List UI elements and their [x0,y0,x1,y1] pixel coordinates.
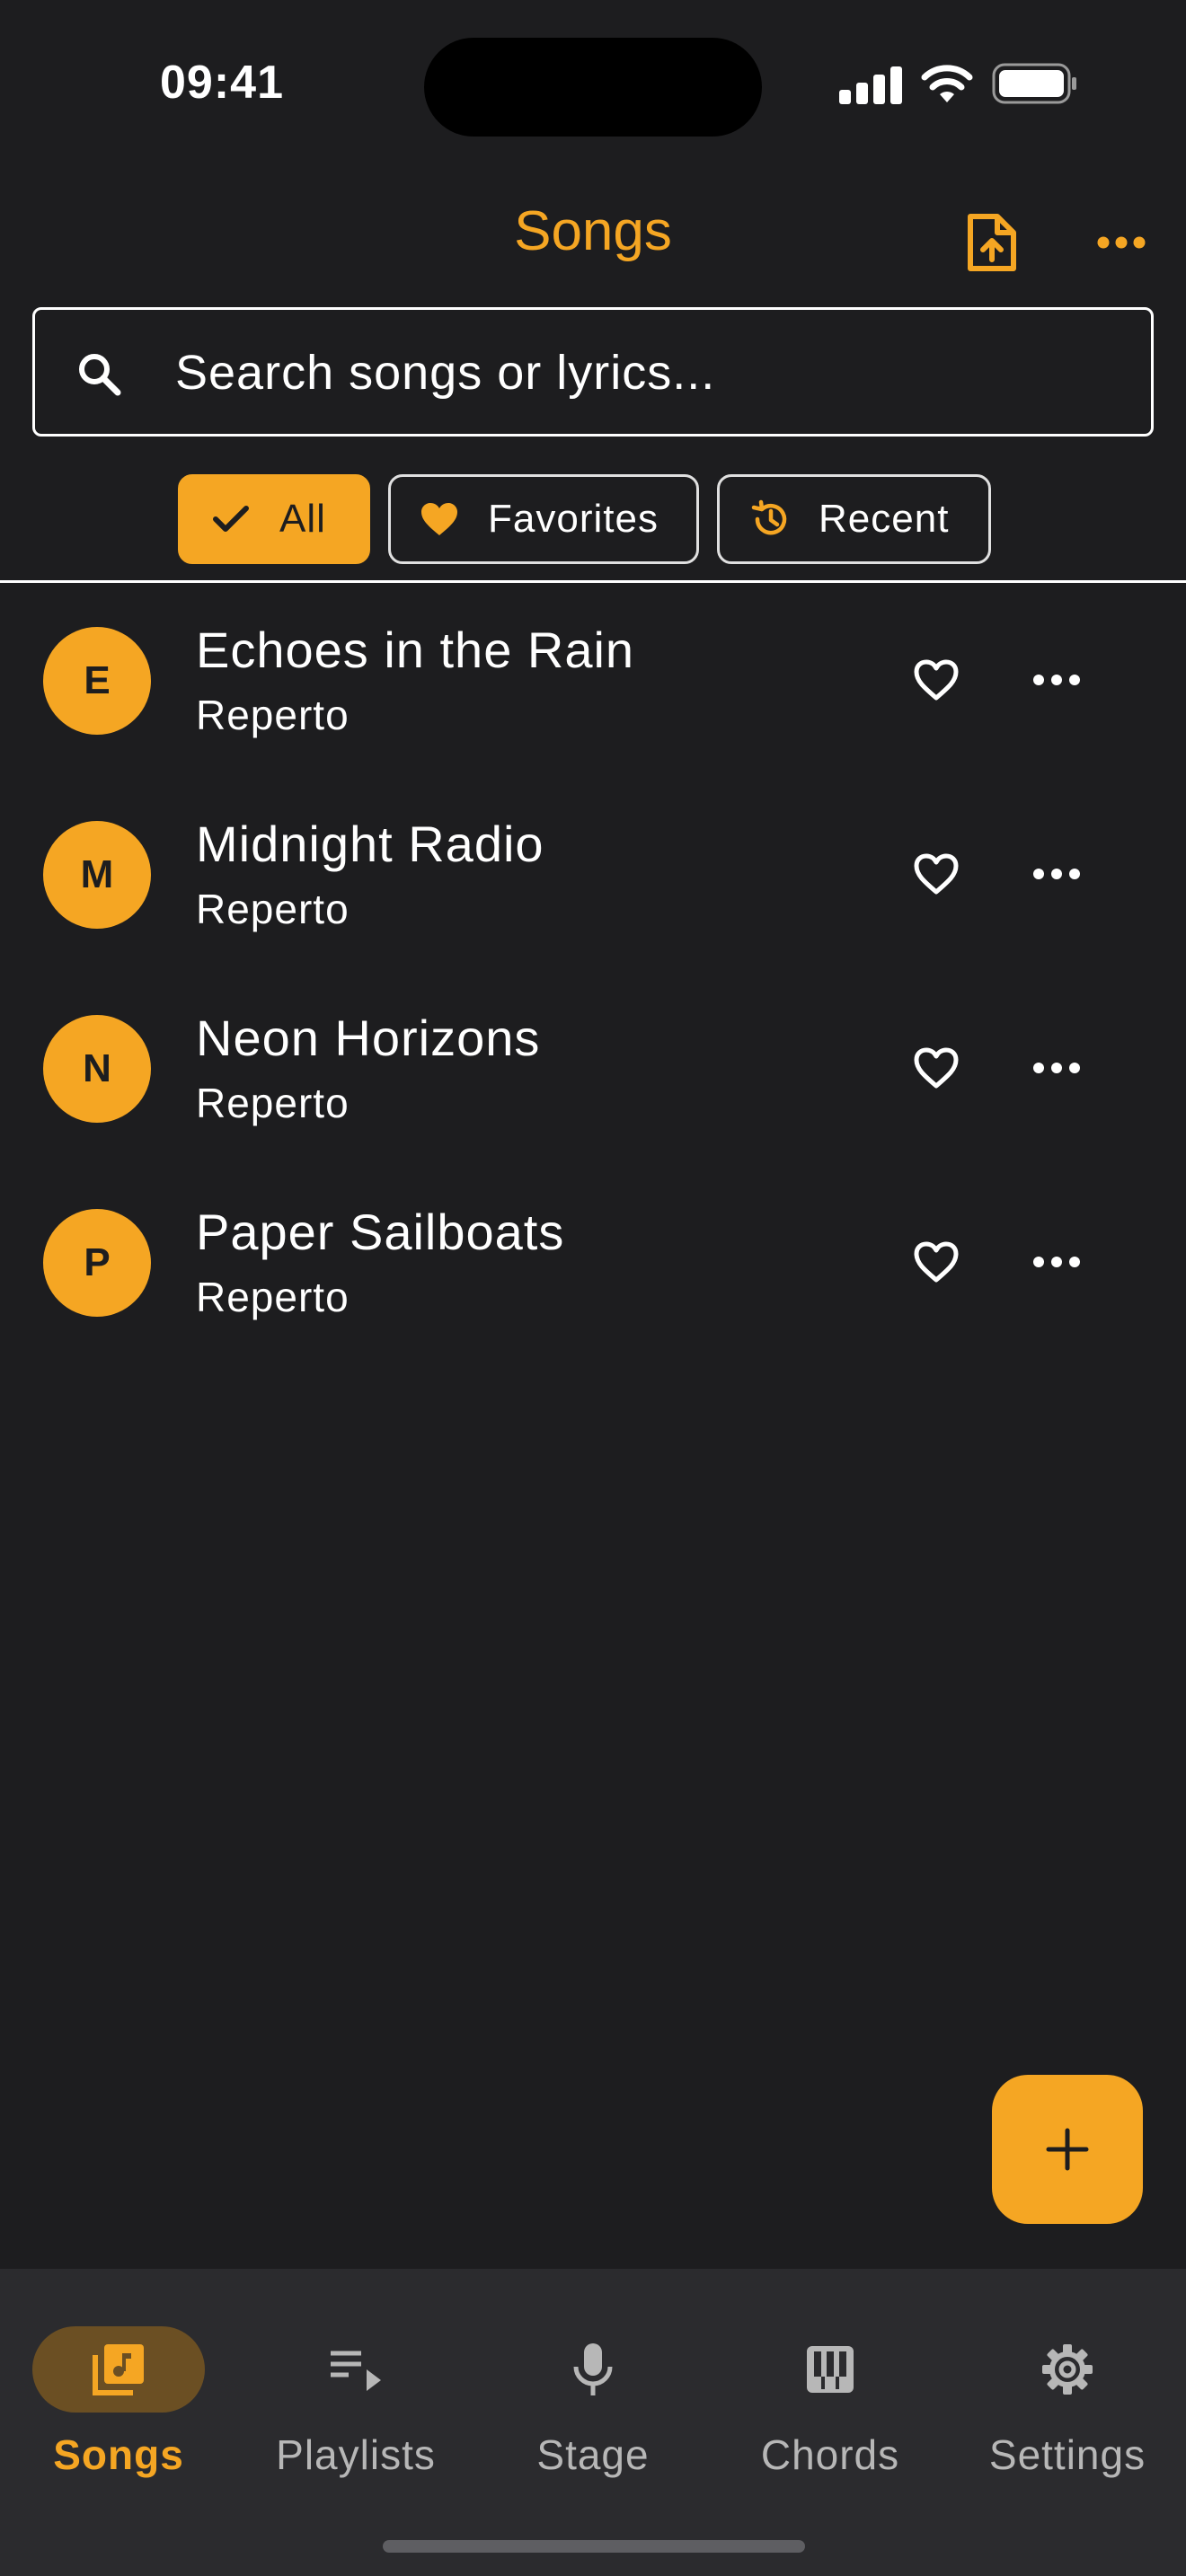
song-row[interactable]: M Midnight Radio Reperto [0,777,1186,971]
battery-icon [992,63,1076,104]
nav-active-indicator [32,2326,205,2413]
filter-chip-label: Recent [819,497,950,541]
song-row[interactable]: P Paper Sailboats Reperto [0,1165,1186,1359]
filter-chip-recent[interactable]: Recent [717,474,991,564]
nav-label: Settings [988,2431,1146,2478]
filter-chip-all[interactable]: All [178,474,370,564]
app-header: Songs [0,198,1186,287]
song-avatar: E [43,627,151,735]
add-song-button[interactable] [992,2075,1143,2224]
more-horizontal-icon [1033,869,1080,879]
songs-screen: 09:41 Songs Search songs or lyrics... Al… [0,0,1186,2576]
filter-chip-favorites[interactable]: Favorites [388,474,699,564]
search-box [32,307,1154,437]
cellular-signal-icon [839,65,902,104]
heart-outline-icon [914,1241,959,1283]
favorite-toggle-button[interactable] [900,838,972,910]
search-input[interactable] [175,337,1128,409]
song-artist: Reperto [196,1080,350,1126]
song-artist: Reperto [196,1274,350,1320]
more-horizontal-icon [1033,1063,1080,1073]
more-horizontal-icon [1033,1257,1080,1267]
song-artist: Reperto [196,886,350,932]
nav-label: Stage [536,2431,650,2478]
home-indicator [383,2540,805,2553]
nav-item-settings[interactable]: Settings [949,2298,1186,2495]
status-time: 09:41 [160,57,284,109]
song-title: Midnight Radio [196,816,544,872]
more-horizontal-icon [1097,236,1146,249]
status-bar: 09:41 [0,0,1186,153]
filter-chip-label: All [279,497,326,541]
song-avatar: N [43,1015,151,1123]
nav-icon-wrap [744,2326,916,2413]
file-upload-icon [968,214,1016,271]
song-more-button[interactable] [1021,1226,1093,1298]
nav-item-playlists[interactable]: Playlists [237,2298,474,2495]
more-horizontal-icon [1033,675,1080,685]
heart-outline-icon [914,659,959,701]
song-artist: Reperto [196,692,350,738]
history-icon [750,499,790,539]
nav-item-stage[interactable]: Stage [474,2298,712,2495]
filter-chip-label: Favorites [488,497,659,541]
gear-icon [1042,2344,1093,2395]
bottom-navigation: Songs Playlists Stage Chords Settings [0,2269,1186,2576]
nav-item-songs[interactable]: Songs [0,2298,237,2495]
song-title: Paper Sailboats [196,1204,565,1260]
song-more-button[interactable] [1021,644,1093,716]
song-avatar: P [43,1209,151,1317]
nav-label: Playlists [276,2431,436,2478]
playlist-play-icon [331,2351,381,2391]
nav-label: Chords [760,2431,900,2478]
nav-icon-wrap [507,2326,679,2413]
heart-filled-icon [420,499,459,539]
song-more-button[interactable] [1021,838,1093,910]
favorite-toggle-button[interactable] [900,1226,972,1298]
microphone-icon [573,2343,613,2395]
favorite-toggle-button[interactable] [900,644,972,716]
plus-icon [1046,2128,1089,2171]
piano-icon [807,2346,854,2393]
wifi-icon [921,65,973,102]
nav-icon-wrap [270,2326,442,2413]
dynamic-island [424,38,762,137]
check-icon [211,499,251,539]
song-title: Neon Horizons [196,1010,541,1066]
song-avatar: M [43,821,151,929]
song-row[interactable]: N Neon Horizons Reperto [0,971,1186,1165]
song-more-button[interactable] [1021,1032,1093,1104]
heart-outline-icon [914,1047,959,1089]
heart-outline-icon [914,853,959,895]
nav-label: Songs [53,2431,184,2478]
import-file-button[interactable] [947,198,1037,287]
more-options-button[interactable] [1076,198,1166,287]
search-icon [79,354,121,396]
nav-icon-wrap [981,2326,1154,2413]
song-row[interactable]: E Echoes in the Rain Reperto [0,583,1186,777]
music-library-icon [93,2344,144,2395]
nav-item-chords[interactable]: Chords [712,2298,949,2495]
song-title: Echoes in the Rain [196,622,635,678]
favorite-toggle-button[interactable] [900,1032,972,1104]
